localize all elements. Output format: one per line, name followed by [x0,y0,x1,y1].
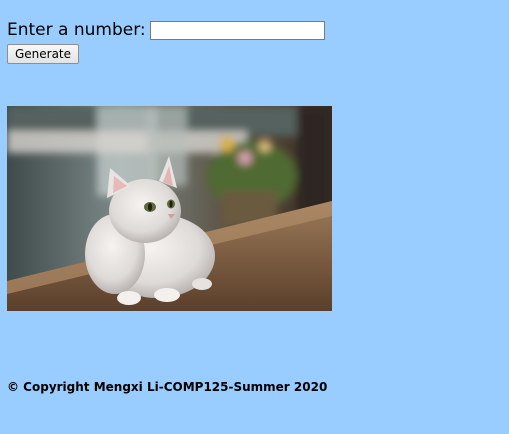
number-input[interactable] [149,20,325,40]
number-form: Enter a number: [7,19,325,41]
copyright-text: © Copyright Mengxi Li-COMP125-Summer 202… [7,380,328,394]
number-prompt-label: Enter a number: [7,20,146,40]
cat-photo [7,106,332,311]
generate-button[interactable]: Generate [7,44,79,64]
page: Enter a number: Generate © Copyright Men… [0,0,509,434]
